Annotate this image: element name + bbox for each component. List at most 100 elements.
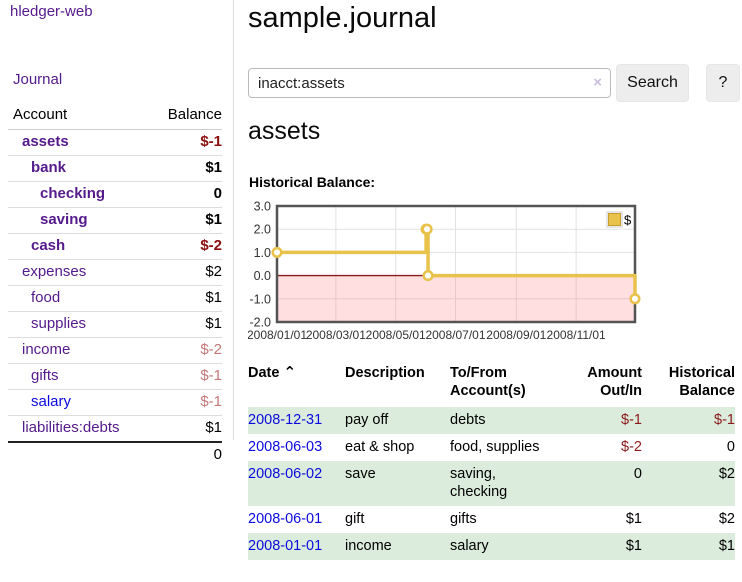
transaction-date-link[interactable]: 2008-06-03 [248,439,322,455]
account-link-liabilities-debts[interactable]: liabilities:debts [22,419,120,436]
search-button[interactable]: Search [616,64,689,102]
transaction-accounts: gifts [450,506,548,533]
account-row: saving $1 [8,208,222,234]
svg-text:2008/09/01: 2008/09/01 [486,328,546,342]
svg-text:-1.0: -1.0 [249,292,271,306]
transaction-description: eat & shop [345,434,450,461]
svg-text:1.0: 1.0 [254,246,271,260]
register-col-amount: Amount Out/In [548,362,642,407]
svg-text:2008/01/01: 2008/01/01 [248,328,307,342]
transaction-balance: $2 [642,506,735,533]
register-table: Date⌃ Description To/From Account(s) Amo… [248,362,735,560]
account-balance: $-2 [148,234,222,260]
transaction-amount: $1 [548,533,642,560]
account-link-salary[interactable]: salary [31,393,71,410]
transaction-description: gift [345,506,450,533]
account-balance: $-1 [148,130,222,156]
transaction-accounts: debts [450,407,548,434]
app-brand-link[interactable]: hledger-web [10,3,93,20]
account-page-title: assets [248,117,320,146]
main-content: sample.journal × Search ? assets Histori… [248,0,742,582]
account-row: food $1 [8,286,222,312]
transaction-date-link[interactable]: 2008-06-01 [248,511,322,527]
register-col-balance: Historical Balance [642,362,735,407]
historical-balance-chart: 3.02.01.00.0-1.0-2.02008/01/012008/03/01… [248,194,738,352]
account-row: income $-2 [8,338,222,364]
account-balance: $1 [148,286,222,312]
register-row: 2008-06-03 eat & shop food, supplies $-2… [248,434,735,461]
register-col-description: Description [345,362,450,407]
account-row: cash $-2 [8,234,222,260]
search-input[interactable] [248,68,611,98]
account-link-cash[interactable]: cash [31,237,65,254]
account-balance: $-2 [148,338,222,364]
transaction-amount: $-2 [548,434,642,461]
register-row: 2008-06-01 gift gifts $1 $2 [248,506,735,533]
account-balance: $2 [148,260,222,286]
account-row: supplies $1 [8,312,222,338]
transaction-amount: $-1 [548,407,642,434]
account-row: salary $-1 [8,390,222,416]
sidebar-divider [233,0,234,440]
account-balance: $1 [148,312,222,338]
account-link-saving[interactable]: saving [40,211,88,228]
amount-column-label-line1: Amount [548,364,642,382]
transaction-date-link[interactable]: 2008-01-01 [248,538,322,554]
transaction-date-link[interactable]: 2008-06-02 [248,466,322,482]
accounts-table: Account Balance assets $-1 bank $1 check… [8,103,222,468]
svg-text:2008/11/01: 2008/11/01 [547,328,606,342]
sidebar-item-journal[interactable]: Journal [13,71,62,88]
sort-ascending-icon: ⌃ [283,364,296,381]
transaction-amount: 0 [548,461,642,506]
help-button[interactable]: ? [706,64,740,102]
transaction-balance: $1 [642,533,735,560]
transaction-description: pay off [345,407,450,434]
transaction-accounts: saving, checking [450,461,548,506]
accounts-header-row: Account Balance [8,103,222,130]
account-link-gifts[interactable]: gifts [31,367,59,384]
account-link-supplies[interactable]: supplies [31,315,86,332]
svg-text:2.0: 2.0 [254,223,271,237]
register-row: 2008-12-31 pay off debts $-1 $-1 [248,407,735,434]
balance-column-label-line1: Historical [642,364,735,382]
register-row: 2008-06-02 save saving, checking 0 $2 [248,461,735,506]
page-title: sample.journal [248,2,437,35]
account-balance: $1 [148,156,222,182]
account-row: checking 0 [8,182,222,208]
account-balance: $1 [148,208,222,234]
accounts-total-row: 0 [8,442,222,468]
account-link-bank[interactable]: bank [31,159,66,176]
transaction-accounts: food, supplies [450,434,548,461]
svg-text:2008/07/01: 2008/07/01 [425,328,485,342]
account-row: liabilities:debts $1 [8,416,222,443]
account-balance: 0 [148,182,222,208]
balance-column-label-line2: Balance [642,382,735,400]
transaction-balance: $2 [642,461,735,506]
account-link-expenses[interactable]: expenses [22,263,86,280]
register-col-date[interactable]: Date⌃ [248,362,345,407]
register-row: 2008-01-01 income salary $1 $1 [248,533,735,560]
account-link-assets[interactable]: assets [22,133,69,150]
transaction-balance: 0 [642,434,735,461]
transaction-balance: $-1 [642,407,735,434]
amount-column-label-line2: Out/In [548,382,642,400]
account-row: assets $-1 [8,130,222,156]
transaction-amount: $1 [548,506,642,533]
svg-text:2008/05/01: 2008/05/01 [366,328,426,342]
chart-canvas: 3.02.01.00.0-1.0-2.02008/01/012008/03/01… [248,194,738,352]
clear-search-icon[interactable]: × [593,74,602,92]
account-link-checking[interactable]: checking [40,185,105,202]
account-link-income[interactable]: income [22,341,70,358]
accounts-total-balance: 0 [148,442,222,468]
accounts-column-label-line1: To/From [450,364,548,382]
transaction-accounts: salary [450,533,548,560]
transaction-date-link[interactable]: 2008-12-31 [248,412,322,428]
accounts-col-balance: Balance [148,103,222,130]
account-row: bank $1 [8,156,222,182]
search-form: × Search ? [248,62,742,104]
transaction-description: income [345,533,450,560]
account-link-food[interactable]: food [31,289,60,306]
svg-text:2008/03/01: 2008/03/01 [306,328,366,342]
accounts-col-account: Account [8,103,148,130]
account-balance: $1 [148,416,222,443]
